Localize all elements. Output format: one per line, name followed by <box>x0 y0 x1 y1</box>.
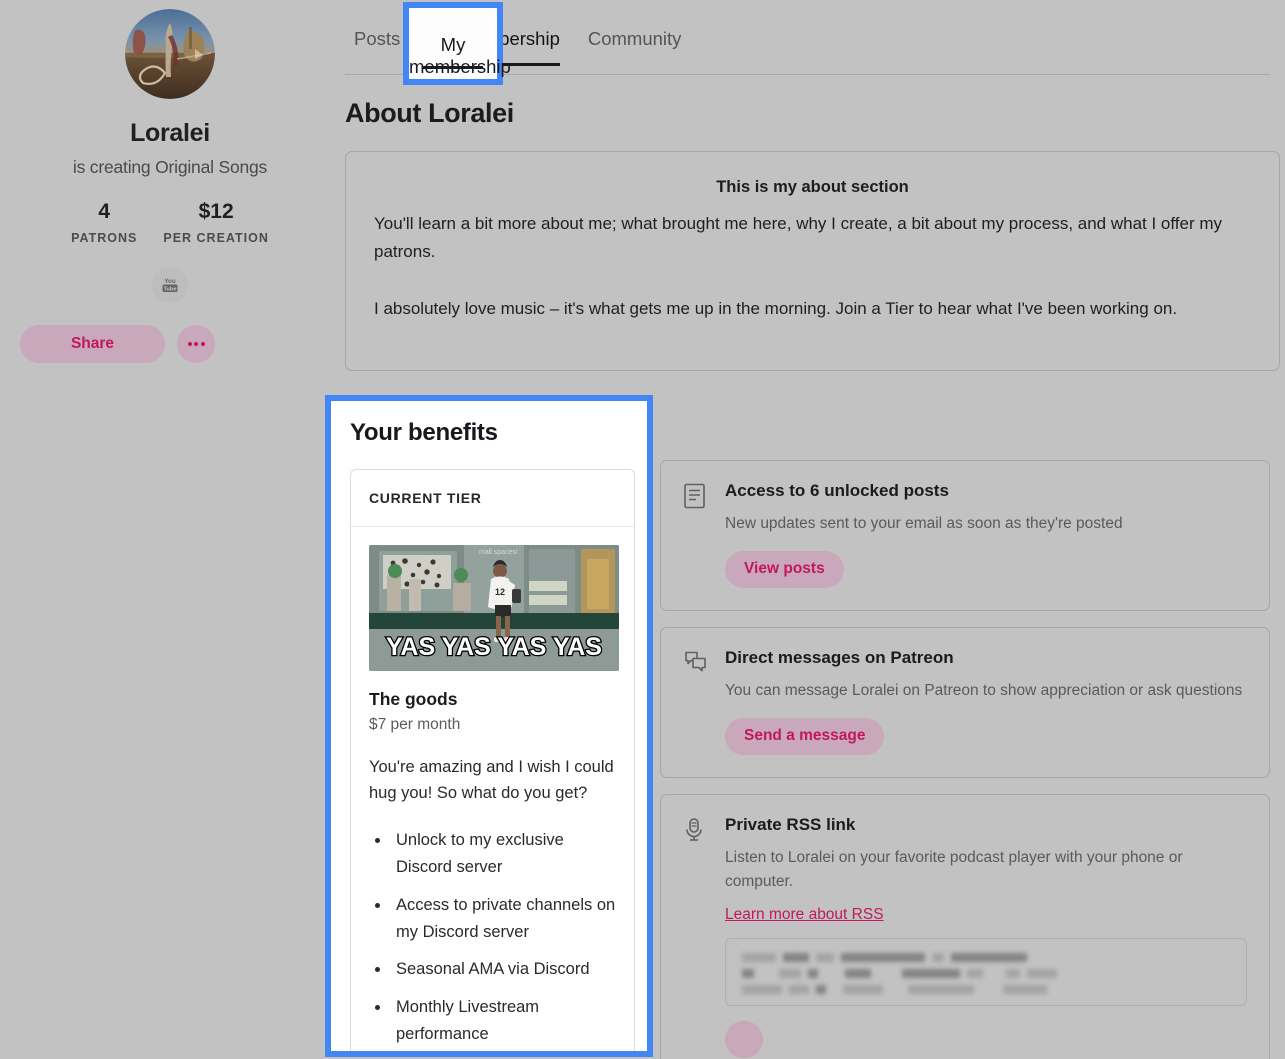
send-message-button[interactable]: Send a message <box>725 717 885 755</box>
about-heading: This is my about section <box>716 178 909 196</box>
current-tier-label: CURRENT TIER <box>351 470 634 527</box>
redacted-segment <box>789 984 809 994</box>
benefit-card-title: Private RSS link <box>725 814 856 834</box>
creator-stats: 4 PATRONS $12 PER CREATION <box>71 200 269 245</box>
current-tier-card: CURRENT TIER mall spaces! 12 YAS YAS YAS… <box>350 468 635 1051</box>
stat-per-creation-label: PER CREATION <box>163 231 269 245</box>
learn-more-rss-link[interactable]: Learn more about RSS <box>725 906 884 924</box>
tier-image-caption: YAS YAS YAS YAS <box>386 633 602 661</box>
tab-community[interactable]: Community <box>574 0 696 78</box>
redacted-segment <box>816 984 826 994</box>
redacted-segment <box>742 952 776 962</box>
redacted-segment <box>932 952 944 962</box>
document-icon <box>683 481 711 588</box>
stat-patrons-value: 4 <box>98 200 111 223</box>
benefit-card-title: Access to 6 unlocked posts <box>725 480 949 500</box>
redacted-text-line <box>742 968 1230 978</box>
microphone-icon <box>683 815 711 1059</box>
creator-tagline: is creating Original Songs <box>72 157 268 177</box>
redacted-segment <box>742 984 782 994</box>
redacted-segment <box>967 968 983 978</box>
creator-name: Loralei <box>130 119 210 147</box>
redacted-segment <box>841 952 925 962</box>
stat-per-creation: $12 PER CREATION <box>163 200 269 245</box>
redacted-segment <box>1027 968 1057 978</box>
benefit-card-description: New updates sent to your email as soon a… <box>725 514 1123 532</box>
redacted-segment <box>845 968 871 978</box>
svg-text:mall spaces!: mall spaces! <box>479 549 518 556</box>
youtube-link[interactable]: You Tube <box>152 267 188 303</box>
redacted-text-line <box>742 984 1230 994</box>
more-options-button[interactable] <box>177 325 215 363</box>
redacted-segment <box>951 952 1027 962</box>
dot-icon <box>200 342 205 346</box>
redacted-segment <box>1006 968 1020 978</box>
redacted-segment <box>843 984 883 994</box>
benefit-card-title: Direct messages on Patreon <box>725 647 954 667</box>
benefit-cards-list: Access to 6 unlocked posts New updates s… <box>660 459 1270 1059</box>
tier-name: The goods <box>369 688 458 709</box>
share-button[interactable]: Share <box>20 325 165 363</box>
avatar <box>125 9 215 99</box>
page-title: About Loralei <box>345 98 514 128</box>
redacted-segment <box>808 968 818 978</box>
redacted-segment <box>816 952 834 962</box>
benefit-card-messages: Direct messages on Patreon You can messa… <box>660 626 1270 778</box>
youtube-icon: You Tube <box>162 278 178 292</box>
redacted-segment <box>783 952 809 962</box>
annotated-tab-underline <box>423 66 483 69</box>
dot-icon <box>194 342 198 346</box>
main-content: Posts My membership Community My members… <box>325 0 1285 1059</box>
chat-bubbles-icon <box>683 648 711 755</box>
list-item: Unlock to my exclusive Discord server <box>391 827 616 880</box>
benefit-card-description: You can message Loralei on Patreon to sh… <box>725 681 1243 699</box>
current-tier-body: mall spaces! 12 YAS YAS YAS YAS The good… <box>351 527 634 1051</box>
social-links: You Tube <box>152 267 188 303</box>
benefit-card-body: Access to 6 unlocked posts New updates s… <box>725 481 1247 588</box>
about-paragraph-2: I absolutely love music – it's what gets… <box>374 299 1178 319</box>
tier-perks-list: Unlock to my exclusive Discord server Ac… <box>369 827 616 1047</box>
benefit-card-body: Direct messages on Patreon You can messa… <box>725 648 1247 755</box>
stat-per-creation-value: $12 <box>198 200 234 223</box>
list-item: Access to private channels on my Discord… <box>391 892 616 945</box>
creator-sidebar: Loralei is creating Original Songs 4 PAT… <box>0 0 340 1059</box>
about-paragraph-1: You'll learn a bit more about me; what b… <box>374 214 1223 261</box>
list-item: Monthly Livestream performance <box>391 994 616 1047</box>
stat-patrons-label: PATRONS <box>71 231 138 245</box>
annotated-tab-label: My membership <box>409 34 511 77</box>
rss-link-field[interactable] <box>725 937 1247 1006</box>
benefit-card-rss: Private RSS link Listen to Loralei on yo… <box>660 793 1270 1059</box>
svg-text:You: You <box>164 278 175 285</box>
redacted-segment <box>779 968 801 978</box>
sidebar-actions: Share <box>0 325 340 363</box>
tab-bar: Posts My membership Community My members… <box>340 0 1285 85</box>
redacted-segment <box>902 968 960 978</box>
about-section: This is my about section You'll learn a … <box>345 151 1280 371</box>
annotation-highlight-benefits-panel: Your benefits CURRENT TIER mall spaces! … <box>325 394 653 1057</box>
tier-description: You're amazing and I wish I could hug yo… <box>369 757 614 803</box>
benefits-area: Access to 6 unlocked posts New updates s… <box>325 394 1285 1059</box>
svg-text:Tube: Tube <box>164 286 177 292</box>
benefit-card-posts: Access to 6 unlocked posts New updates s… <box>660 459 1270 611</box>
svg-text:12: 12 <box>495 587 505 597</box>
redacted-segment <box>742 968 754 978</box>
tier-image: mall spaces! 12 YAS YAS YAS YAS <box>369 544 619 671</box>
dot-icon <box>187 342 192 346</box>
rss-action-button[interactable] <box>725 1020 763 1058</box>
benefit-card-body: Private RSS link Listen to Loralei on yo… <box>725 815 1247 1059</box>
benefit-card-description: Listen to Loralei on your favorite podca… <box>725 848 1183 890</box>
tier-price: $7 per month <box>369 715 461 733</box>
view-posts-button[interactable]: View posts <box>725 550 844 588</box>
list-item: Seasonal AMA via Discord <box>391 956 616 983</box>
annotation-highlight-tab: My membership <box>403 2 511 85</box>
patreon-membership-page: Loralei is creating Original Songs 4 PAT… <box>0 0 1285 1059</box>
redacted-segment <box>1003 984 1047 994</box>
stat-patrons: 4 PATRONS <box>71 200 137 245</box>
benefits-title: Your benefits <box>350 418 498 446</box>
redacted-text-line <box>742 952 1230 962</box>
redacted-segment <box>908 984 974 994</box>
